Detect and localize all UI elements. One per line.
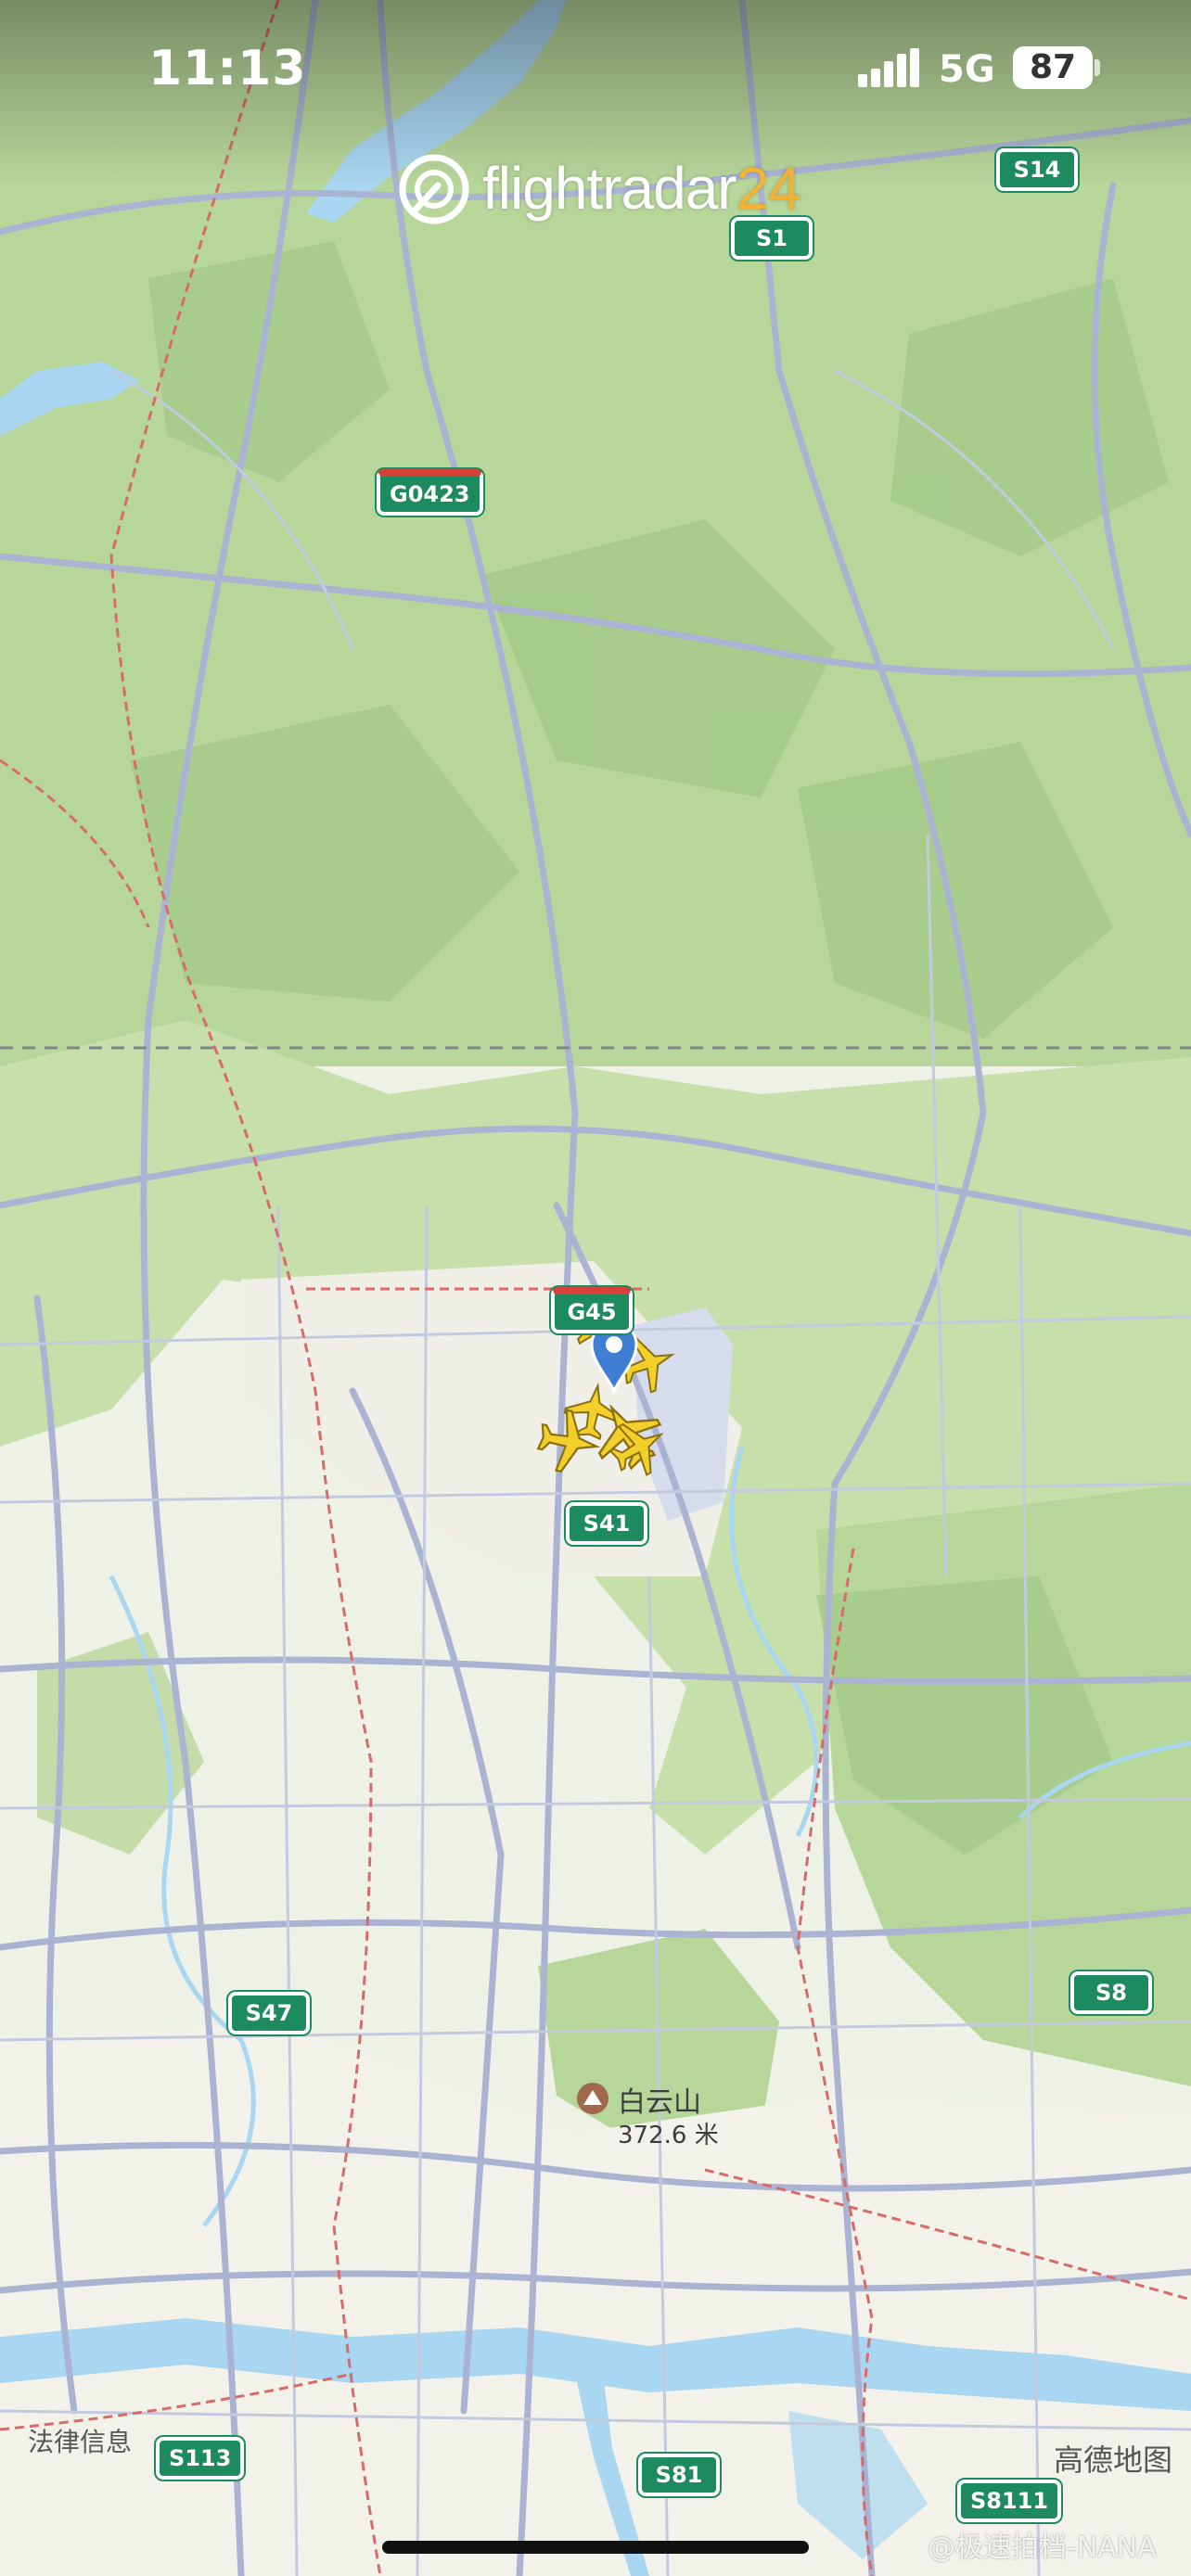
status-bar: 11:13 5G 87 [0,0,1191,139]
road-shield-s8111[interactable]: S8111 [957,2480,1062,2522]
poi-baiyun-mountain[interactable]: 白云山 372.6 米 [577,2077,800,2151]
network-type: 5G [939,48,995,91]
road-shield-s14[interactable]: S14 [996,148,1078,191]
poi-name: 白云山 [618,2086,701,2119]
status-time: 11:13 [148,41,307,96]
road-shield-s113[interactable]: S113 [156,2437,245,2480]
radar-logo-icon [399,154,469,224]
battery-indicator: 87 [1013,46,1093,89]
road-shield-s41[interactable]: S41 [566,1502,647,1545]
road-shield-s47[interactable]: S47 [228,1992,310,2034]
mountain-peak-icon [577,2083,608,2114]
legal-info-link[interactable]: 法律信息 [28,2422,132,2459]
home-indicator[interactable] [382,2541,809,2554]
logo-text: flightradar [482,155,737,222]
poi-elevation: 372.6 米 [618,2122,719,2149]
road-shield-s8[interactable]: S8 [1070,1971,1152,2014]
road-shield-s81[interactable]: S81 [638,2454,720,2496]
cellular-signal-icon [858,48,919,87]
road-shield-s1[interactable]: S1 [731,217,813,260]
watermark: @极速拍档-NANA [928,2531,1157,2564]
battery-nub-icon [1095,59,1100,76]
map-provider-label: 高德地图 [1054,2442,1173,2478]
road-shield-g45[interactable]: G45 [551,1287,633,1333]
logo-number: 24 [736,155,801,222]
road-shield-g0423[interactable]: G0423 [377,469,483,516]
